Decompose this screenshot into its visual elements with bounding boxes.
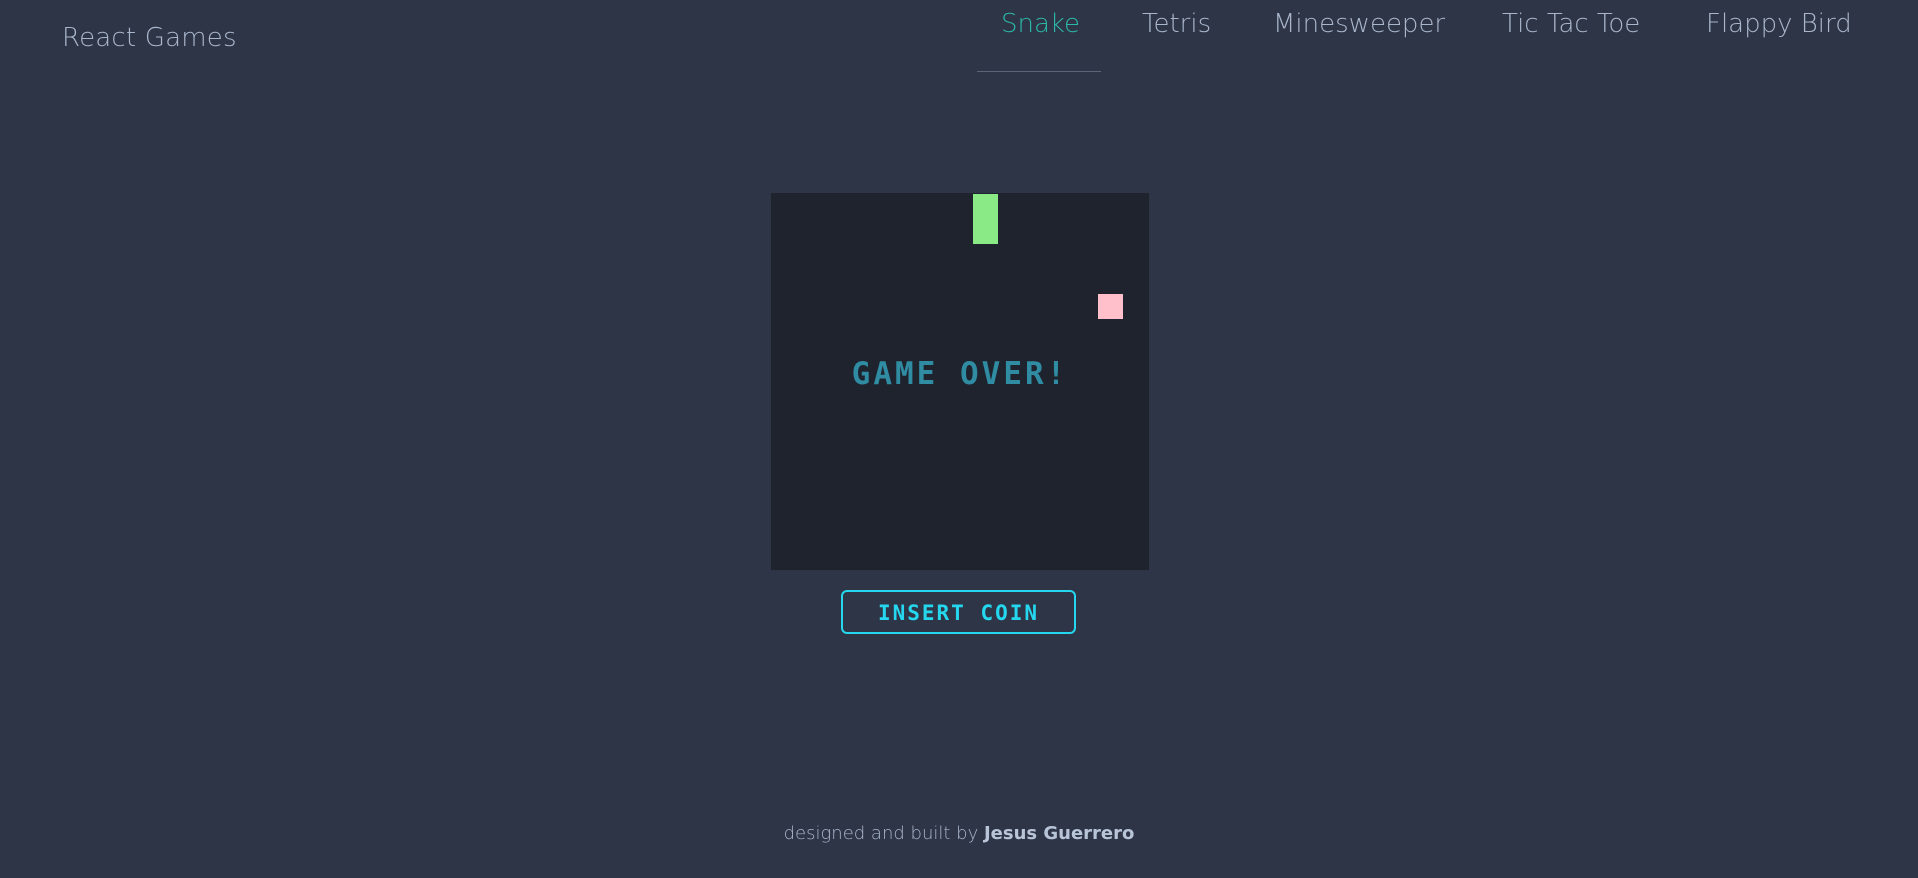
nav-link-flappy-bird[interactable]: Flappy Bird — [1706, 6, 1852, 42]
site-brand[interactable]: React Games — [62, 20, 237, 56]
nav-link-minesweeper[interactable]: Minesweeper — [1273, 6, 1445, 42]
game-over-text: GAME OVER! — [851, 356, 1069, 392]
snake-food — [1098, 294, 1123, 319]
footer-prefix: designed and built by — [783, 823, 979, 844]
insert-coin-button[interactable]: INSERT COIN — [841, 590, 1076, 634]
snake-game-board[interactable]: GAME OVER! — [771, 193, 1149, 570]
footer-credit: designed and built by Jesus Guerrero — [0, 822, 1918, 846]
footer-author: Jesus Guerrero — [983, 823, 1135, 844]
snake-body — [973, 194, 998, 244]
nav-link-snake[interactable]: Snake — [1001, 6, 1080, 42]
active-nav-underline — [977, 71, 1101, 72]
nav-link-tetris[interactable]: Tetris — [1142, 6, 1211, 42]
nav-link-tic-tac-toe[interactable]: Tic Tac Toe — [1502, 6, 1640, 42]
